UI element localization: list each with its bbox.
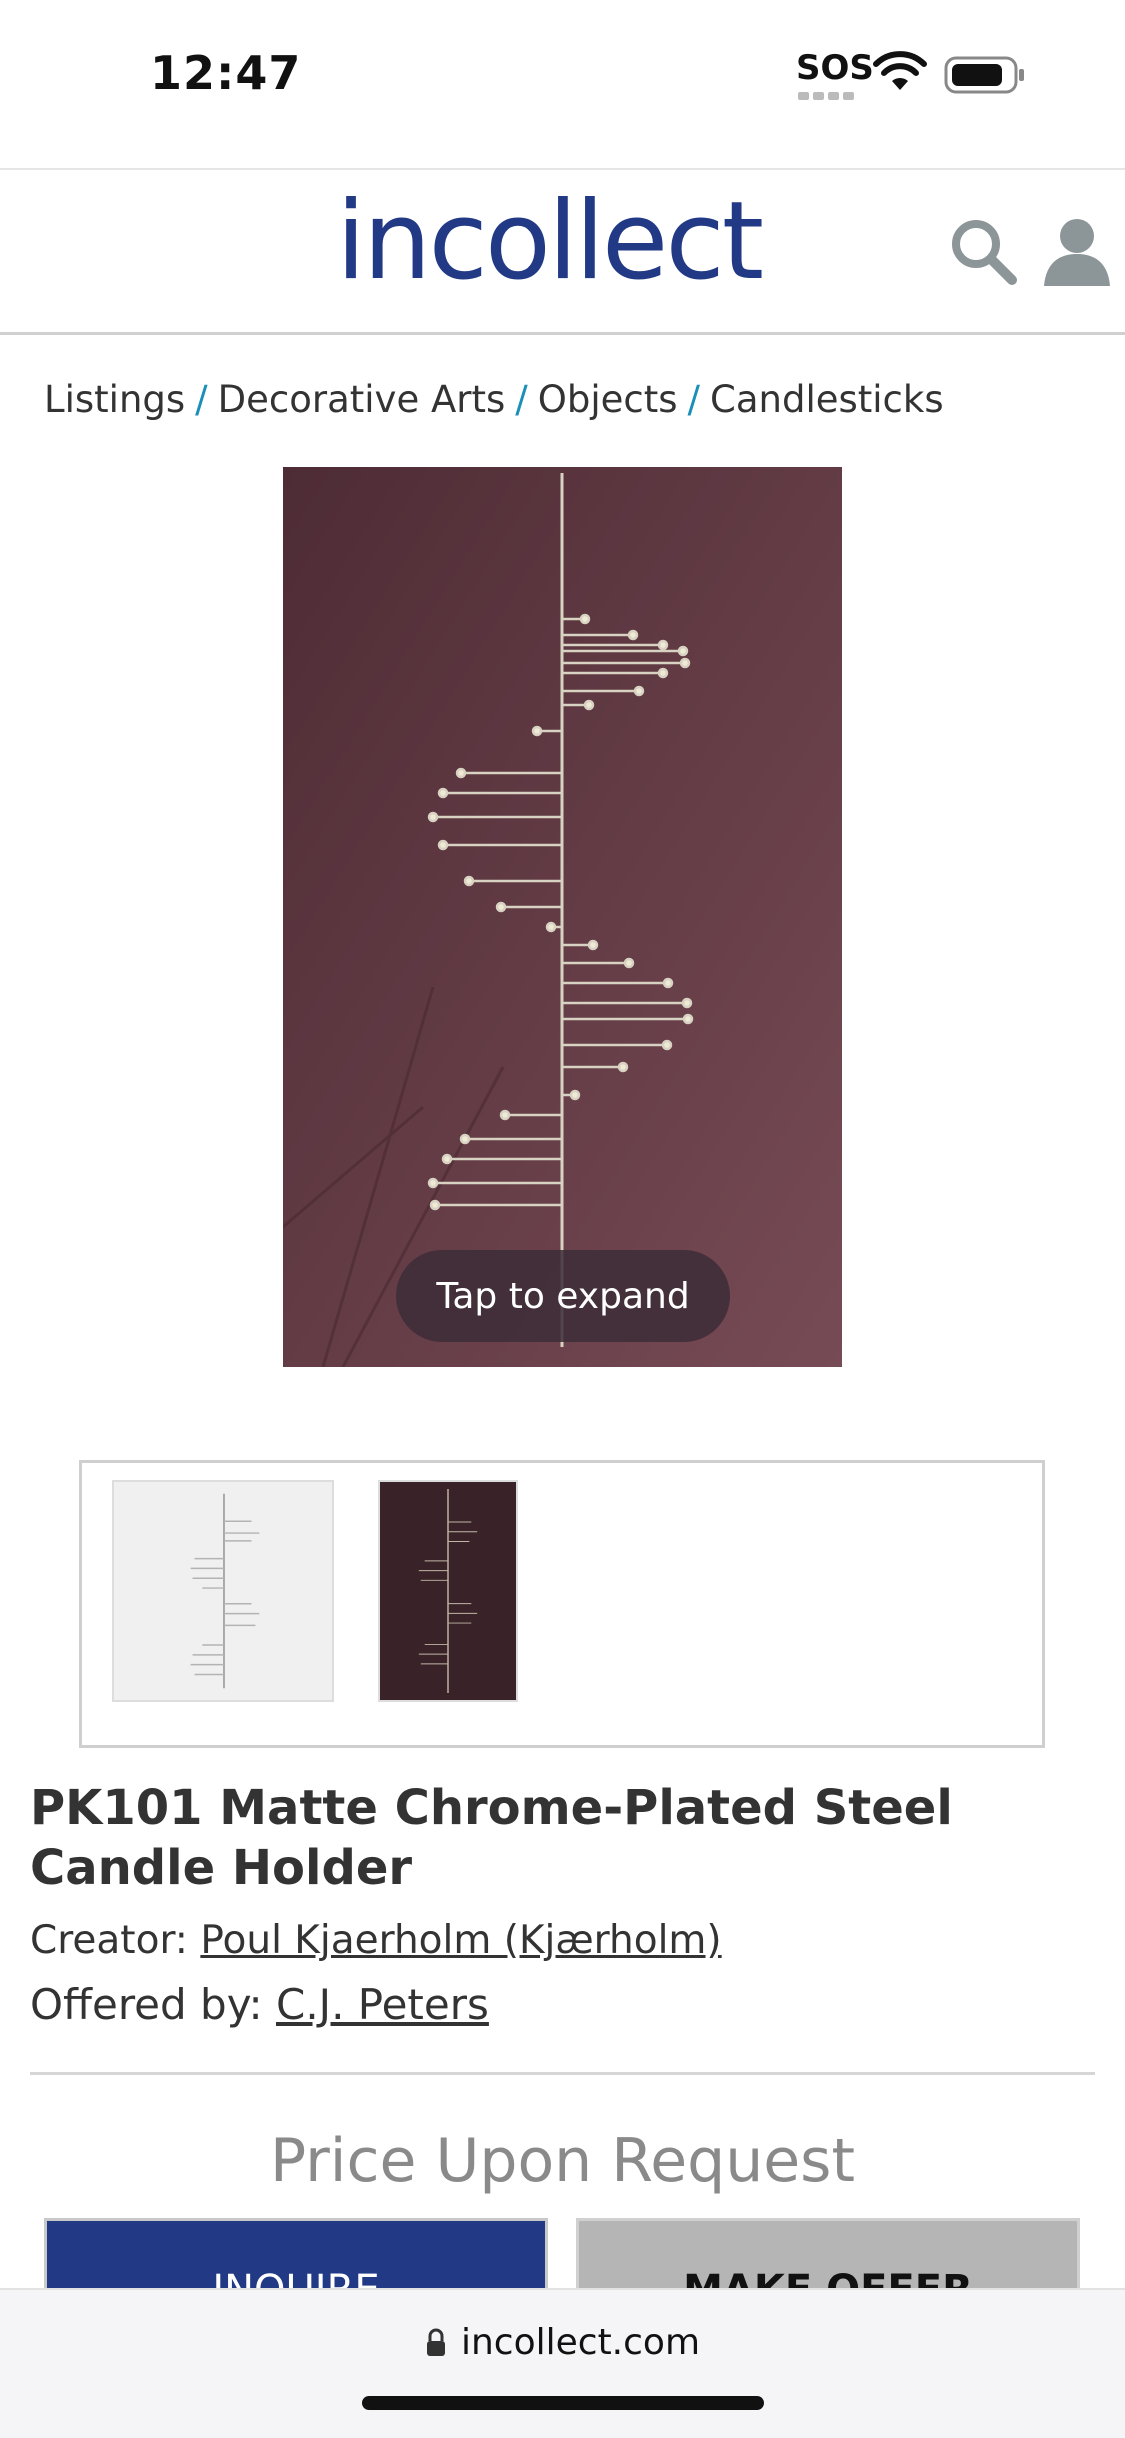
status-divider	[0, 168, 1125, 170]
search-icon[interactable]	[948, 216, 1018, 286]
breadcrumb-candlesticks[interactable]: Candlesticks	[710, 378, 944, 421]
browser-bottom-bar	[0, 2288, 1125, 2438]
signal-dots	[798, 92, 854, 100]
offered-by-line: Offered by: C.J. Peters	[30, 1980, 489, 2029]
breadcrumb-listings[interactable]: Listings	[44, 378, 185, 421]
creator-link[interactable]: Poul Kjaerholm (Kjærholm)	[200, 1918, 721, 1963]
site-logo[interactable]: incollect	[336, 182, 764, 302]
candle-holder-illustration	[283, 467, 842, 1367]
tap-to-expand-button[interactable]: Tap to expand	[396, 1250, 730, 1342]
creator-line: Creator: Poul Kjaerholm (Kjærholm)	[30, 1918, 722, 1963]
price-label: Price Upon Request	[270, 2126, 855, 2196]
url-text: incollect.com	[460, 2322, 701, 2363]
battery-icon	[944, 56, 1024, 94]
breadcrumb-decorative-arts[interactable]: Decorative Arts	[218, 378, 506, 421]
section-divider	[30, 2072, 1095, 2075]
breadcrumb-separator: /	[515, 378, 528, 421]
creator-label: Creator:	[30, 1918, 188, 1963]
status-time: 12:47	[150, 46, 302, 100]
address-bar[interactable]: incollect.com	[0, 2322, 1125, 2363]
breadcrumb: Listings / Decorative Arts / Objects / Candles…	[44, 378, 944, 421]
carrier-status: SOS	[796, 48, 874, 88]
breadcrumb-separator: /	[687, 378, 700, 421]
header-divider	[0, 332, 1125, 335]
dealer-link[interactable]: C.J. Peters	[276, 1980, 489, 2029]
product-image[interactable]	[283, 467, 842, 1367]
thumbnail-1-image	[190, 1493, 260, 1689]
breadcrumb-objects[interactable]: Objects	[538, 378, 678, 421]
offered-by-label: Offered by:	[30, 1980, 263, 2029]
product-title: PK101 Matte Chrome-Plated Steel Candle H…	[30, 1780, 953, 1896]
user-icon[interactable]	[1040, 216, 1114, 286]
thumbnail-2-image	[418, 1489, 478, 1693]
thumbnail-2[interactable]	[378, 1480, 518, 1702]
wifi-icon	[873, 51, 927, 90]
home-indicator[interactable]	[362, 2396, 764, 2410]
breadcrumb-separator: /	[195, 378, 208, 421]
thumbnail-1[interactable]	[112, 1480, 334, 1702]
lock-icon	[426, 2328, 445, 2356]
